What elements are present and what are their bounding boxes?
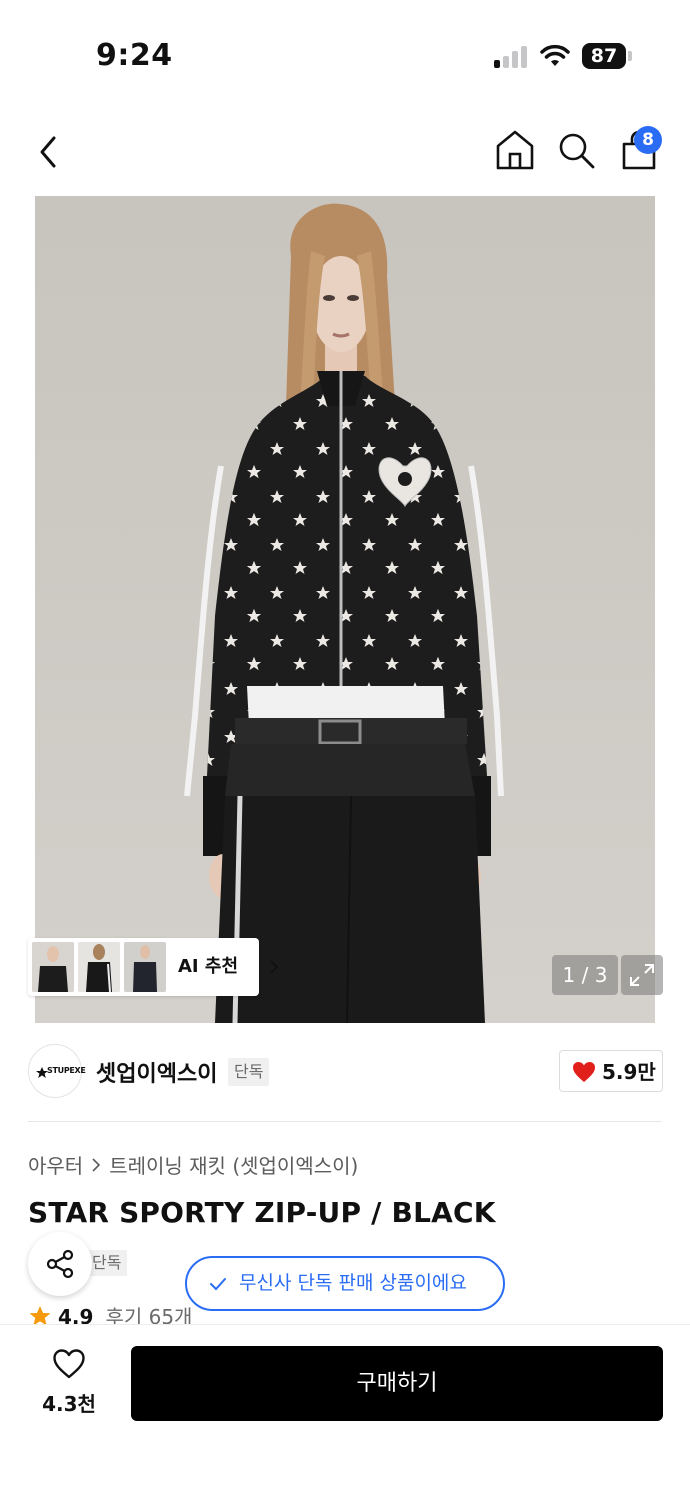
battery-cap <box>628 51 632 61</box>
status-time: 9:24 <box>96 38 173 73</box>
divider <box>28 1121 662 1122</box>
exclusive-notice-pill: 무신사 단독 판매 상품이에요 <box>185 1256 505 1311</box>
back-icon[interactable] <box>28 128 72 176</box>
share-icon <box>46 1249 74 1279</box>
breadcrumb-subcategory[interactable]: 트레이닝 재킷 (셋업이엑스이) <box>109 1150 358 1179</box>
image-page-indicator: 1 / 3 <box>552 955 618 995</box>
chevron-right-icon <box>270 960 279 974</box>
search-icon[interactable] <box>556 130 596 172</box>
heart-outline-icon <box>53 1349 85 1379</box>
brand-name[interactable]: 셋업이엑스이 <box>96 1056 217 1088</box>
exclusive-notice-text: 무신사 단독 판매 상품이에요 <box>239 1272 467 1294</box>
cellular-signal-icon <box>494 44 530 68</box>
share-button[interactable] <box>28 1232 92 1296</box>
ai-thumbnail-2 <box>78 942 120 992</box>
ai-recommend-label: AI 추천 <box>178 956 239 977</box>
home-icon[interactable] <box>494 128 536 172</box>
check-icon <box>210 1278 226 1291</box>
ai-thumbnail-1 <box>32 942 74 992</box>
wishlist-button[interactable]: 4.3천 <box>36 1344 102 1418</box>
brand-like-button[interactable]: 5.9만 <box>559 1050 663 1092</box>
breadcrumb: 아우터 트레이닝 재킷 (셋업이엑스이) <box>28 1150 358 1179</box>
brand-exclusive-tag: 단독 <box>228 1058 270 1086</box>
breadcrumb-category[interactable]: 아우터 <box>28 1150 83 1179</box>
status-bar: 9:24 87 <box>0 0 690 100</box>
expand-icon <box>630 964 654 986</box>
brand-logo[interactable]: STUPEXE <box>28 1044 86 1098</box>
ai-thumbnail-3 <box>124 942 166 992</box>
battery-indicator: 87 <box>582 43 626 69</box>
wishlist-count: 4.3천 <box>42 1392 96 1416</box>
buy-button[interactable]: 구매하기 <box>131 1346 663 1421</box>
brand-like-count: 5.9만 <box>602 1060 656 1084</box>
expand-button[interactable] <box>621 955 663 995</box>
cart-count-badge: 8 <box>634 126 662 154</box>
product-image[interactable] <box>35 196 655 1023</box>
brand-logo-text: STUPEXE <box>47 1066 86 1075</box>
chevron-right-icon <box>92 1157 101 1172</box>
ai-recommend-button[interactable]: AI 추천 <box>28 938 279 996</box>
product-title: STAR SPORTY ZIP-UP / BLACK <box>28 1196 496 1229</box>
wifi-icon <box>540 44 570 66</box>
product-exclusive-tag: 단독 <box>86 1250 128 1276</box>
heart-icon <box>573 1062 595 1082</box>
